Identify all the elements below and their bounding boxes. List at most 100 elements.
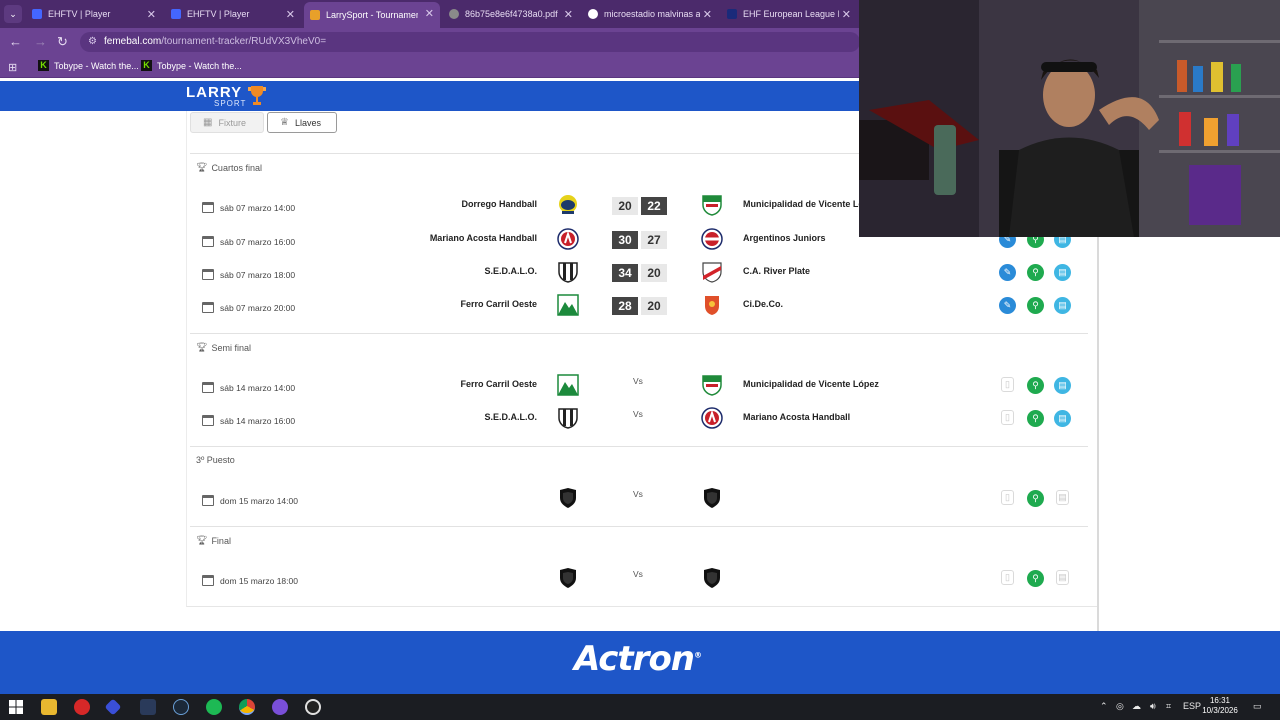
edit-document-icon[interactable]: ▯: [1001, 490, 1014, 505]
app-diamond-icon[interactable]: [104, 698, 122, 716]
stats-board-icon[interactable]: ▤: [1054, 410, 1071, 427]
apps-grid-icon[interactable]: ⊞: [8, 61, 17, 74]
audio-app-icon[interactable]: [140, 699, 156, 715]
browser-tab-active[interactable]: LarrySport - Tournament Tr ✕: [304, 2, 440, 28]
stats-board-icon[interactable]: ▤: [1054, 377, 1071, 394]
reload-icon[interactable]: ↻: [57, 34, 68, 50]
away-team-name[interactable]: Ci.De.Co.: [743, 299, 783, 309]
stats-board-icon[interactable]: ▤: [1054, 264, 1071, 281]
close-tab-icon[interactable]: ✕: [703, 8, 712, 21]
home-team-name[interactable]: Mariano Acosta Handball: [430, 233, 537, 243]
windows-start-icon[interactable]: [8, 699, 24, 715]
edit-document-icon[interactable]: ▯: [1001, 570, 1014, 585]
calendar-icon: [202, 495, 214, 506]
close-tab-icon[interactable]: ✕: [425, 7, 434, 20]
browser-tab[interactable]: EHFTV | Player ✕: [26, 3, 162, 25]
network-icon[interactable]: ⌗: [1166, 701, 1171, 712]
close-tab-icon[interactable]: ✕: [842, 8, 851, 21]
browser-tab[interactable]: EHFTV | Player ✕: [165, 3, 301, 25]
trophy-icon: ♕: [280, 117, 289, 128]
volume-icon[interactable]: 🔊︎: [1150, 701, 1156, 712]
browser-tab[interactable]: 86b75e8e6f4738a0.pdf ✕: [443, 3, 579, 25]
browser-tab[interactable]: EHF European League Me ✕: [721, 3, 857, 25]
home-score: 34: [612, 264, 638, 282]
stats-board-icon[interactable]: ▤: [1056, 490, 1069, 505]
calendar-icon: [202, 415, 214, 426]
webcam-video-frame: [859, 0, 1280, 237]
obs-chat-icon[interactable]: [272, 699, 288, 715]
placeholder-shield-icon: [560, 568, 576, 588]
away-team-name[interactable]: Municipalidad de Vicente López: [743, 379, 879, 389]
forward-arrow-icon[interactable]: →: [34, 34, 47, 49]
match-row: sáb 14 marzo 14:00 Ferro Carril Oeste Vs…: [190, 374, 1088, 404]
location-pin-icon[interactable]: ⚲: [1027, 377, 1044, 394]
away-team-name[interactable]: Mariano Acosta Handball: [743, 412, 850, 422]
home-team-name[interactable]: Ferro Carril Oeste: [460, 379, 537, 389]
close-tab-icon[interactable]: ✕: [147, 8, 156, 21]
stats-board-icon[interactable]: ▤: [1054, 297, 1071, 314]
site-info-icon[interactable]: ⚙: [88, 32, 97, 52]
match-actions: ▯ ⚲ ▤: [999, 410, 1071, 428]
location-pin-icon[interactable]: ⚲: [1027, 570, 1044, 587]
section-title-semi: 🏆︎ Semi final: [196, 342, 251, 353]
tab-llaves[interactable]: ♕ Llaves: [267, 112, 337, 133]
match-actions: ✎ ⚲ ▤: [999, 297, 1071, 315]
spotify-icon[interactable]: [206, 699, 222, 715]
bookmark-item[interactable]: K Tobype - Watch the...: [38, 60, 139, 71]
tray-app-icon[interactable]: ☁: [1132, 701, 1141, 712]
away-team-name[interactable]: Municipalidad de Vicente Lo: [743, 199, 864, 209]
tab-search-button[interactable]: ⌄: [4, 5, 22, 23]
team-crest-icon: [702, 262, 722, 283]
larrysport-logo[interactable]: LARRY SPORT: [186, 84, 276, 110]
match-date: sáb 07 marzo 16:00: [202, 236, 295, 247]
edit-document-icon[interactable]: ▯: [1001, 410, 1014, 425]
home-team-name[interactable]: S.E.D.A.L.O.: [484, 412, 537, 422]
obs-studio-icon[interactable]: [305, 699, 321, 715]
match-actions: ▯ ⚲ ▤: [999, 570, 1069, 588]
chrome-icon[interactable]: [239, 699, 255, 715]
tray-app-icon[interactable]: ◎: [1116, 701, 1124, 712]
location-pin-icon[interactable]: ⚲: [1027, 490, 1044, 507]
location-pin-icon[interactable]: ⚲: [1027, 410, 1044, 427]
file-explorer-icon[interactable]: [41, 699, 57, 715]
steam-icon[interactable]: [173, 699, 189, 715]
show-hidden-icons[interactable]: ⌃: [1100, 701, 1108, 712]
location-pin-icon[interactable]: ⚲: [1027, 264, 1044, 281]
address-bar[interactable]: ⚙ femebal.com/tournament-tracker/RUdVX3V…: [80, 32, 860, 52]
calendar-icon: ▦: [203, 117, 213, 128]
section-divider: [190, 333, 1088, 334]
home-team-name[interactable]: Ferro Carril Oeste: [460, 299, 537, 309]
system-clock[interactable]: 16:31 10/3/2026: [1199, 696, 1241, 716]
calendar-icon: [202, 236, 214, 247]
home-score: 20: [612, 197, 638, 215]
team-crest-icon: [702, 375, 722, 396]
match-date: sáb 07 marzo 20:00: [202, 302, 295, 313]
team-crest-icon: [705, 296, 719, 315]
stats-board-icon[interactable]: ▤: [1056, 570, 1069, 585]
match-row: dom 15 marzo 18:00 Vs ▯ ⚲ ▤: [190, 567, 1088, 597]
browser-tab[interactable]: microestadio malvinas arg ✕: [582, 3, 718, 25]
back-arrow-icon[interactable]: ←: [9, 34, 22, 49]
edit-document-icon[interactable]: ✎: [999, 297, 1016, 314]
trophy-icon: 🏆︎: [196, 342, 208, 352]
versus-label: Vs: [633, 489, 643, 499]
bookmark-item[interactable]: K Tobype - Watch the...: [141, 60, 242, 71]
team-crest-icon: [702, 195, 722, 216]
team-crest-icon: [701, 407, 723, 429]
ehf-favicon-icon: [727, 9, 737, 19]
record-app-icon[interactable]: [74, 699, 90, 715]
tab-fixture[interactable]: ▦ Fixture: [190, 112, 264, 133]
close-tab-icon[interactable]: ✕: [564, 8, 573, 21]
close-tab-icon[interactable]: ✕: [286, 8, 295, 21]
away-team-name[interactable]: C.A. River Plate: [743, 266, 810, 276]
location-pin-icon[interactable]: ⚲: [1027, 297, 1044, 314]
globe-favicon-icon: [449, 9, 459, 19]
notifications-icon[interactable]: ▭: [1253, 701, 1262, 712]
edit-document-icon[interactable]: ▯: [1001, 377, 1014, 392]
sponsor-logo[interactable]: Actron®: [574, 639, 702, 679]
home-team-name[interactable]: Dorrego Handball: [461, 199, 537, 209]
edit-document-icon[interactable]: ✎: [999, 264, 1016, 281]
home-team-name[interactable]: S.E.D.A.L.O.: [484, 266, 537, 276]
away-team-name[interactable]: Argentinos Juniors: [743, 233, 826, 243]
match-date: dom 15 marzo 14:00: [202, 495, 298, 506]
